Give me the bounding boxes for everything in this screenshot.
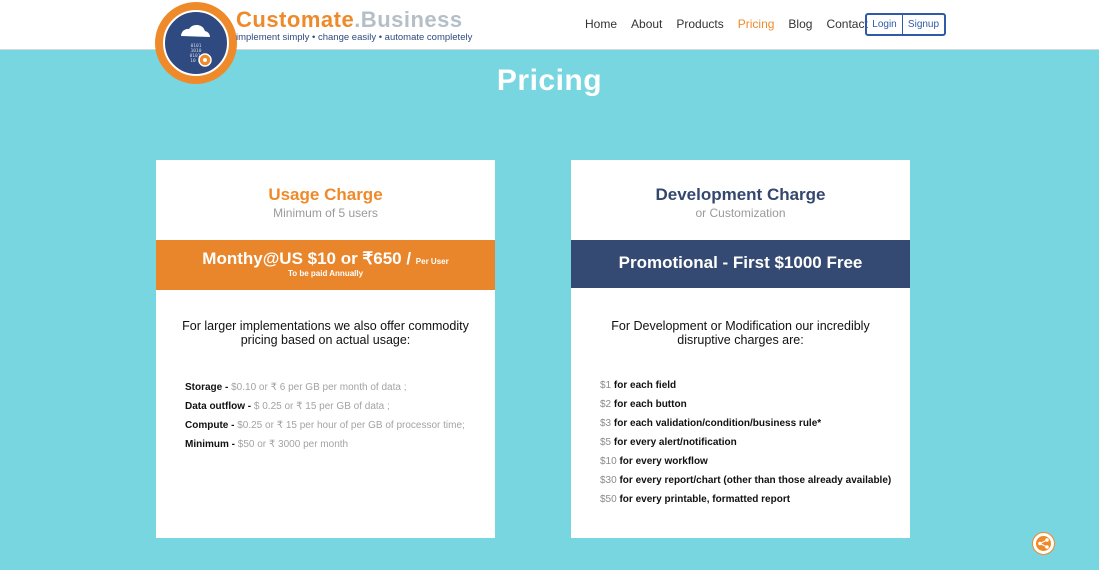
list-item: $1 for each field: [600, 380, 677, 391]
usage-card-subtitle: Minimum of 5 users: [273, 206, 378, 220]
dev-card-subtitle: or Customization: [695, 206, 786, 220]
usage-intro-text: For larger implementations we also offer…: [182, 319, 469, 347]
nav-pricing[interactable]: Pricing: [738, 17, 775, 31]
usage-price-note: To be paid Annually: [287, 269, 364, 278]
list-item: Minimum - $50 or ₹ 3000 per month: [185, 439, 349, 450]
usage-price-band: Monthy@US $10 or ₹650 / Per User To be p…: [156, 240, 495, 290]
main-nav: Home About Products Pricing Blog Contact: [585, 17, 882, 31]
list-item: $50 for every printable, formatted repor…: [600, 494, 791, 505]
share-icon: [1038, 538, 1049, 549]
list-item: Compute - $0.25 or ₹ 15 per hour of per …: [185, 420, 465, 431]
brand-tagline: implement simply • change easily • autom…: [236, 32, 473, 43]
nav-about[interactable]: About: [631, 17, 662, 31]
dev-intro-text: For Development or Modification our incr…: [611, 319, 870, 347]
usage-card-title: Usage Charge: [268, 185, 383, 204]
logo-digit-line: 10: [190, 58, 196, 64]
development-charge-card: Development Charge or Customization Prom…: [571, 160, 910, 538]
list-item: $10 for every workflow: [600, 456, 708, 467]
list-item: Data outflow - $ 0.25 or ₹ 15 per GB of …: [185, 401, 390, 412]
nav-products[interactable]: Products: [676, 17, 723, 31]
login-button[interactable]: Login: [867, 15, 903, 34]
list-item: $30 for every report/chart (other than t…: [600, 475, 892, 486]
list-item: $3 for each validation/condition/busines…: [600, 418, 822, 429]
cloud-gear-logo-icon: 0101 1010 0101 10: [180, 24, 212, 67]
nav-blog[interactable]: Blog: [788, 17, 812, 31]
dev-pricing-list: $1 for each field $2 for each button $3 …: [600, 376, 891, 509]
list-item: $2 for each button: [600, 399, 687, 410]
dev-promo-text: Promotional - First $1000 Free: [618, 253, 863, 272]
signup-button[interactable]: Signup: [903, 15, 944, 34]
usage-pricing-list: Storage - $0.10 or ₹ 6 per GB per month …: [185, 378, 465, 454]
dev-card-title: Development Charge: [655, 185, 826, 204]
brand-text[interactable]: Customate.Business implement simply • ch…: [236, 7, 473, 44]
dev-promo-band: Promotional - First $1000 Free: [571, 240, 910, 288]
list-item: Storage - $0.10 or ₹ 6 per GB per month …: [185, 382, 407, 393]
share-button[interactable]: [1032, 532, 1055, 555]
brand-logo[interactable]: 0101 1010 0101 10: [155, 2, 237, 84]
auth-buttons: Login Signup: [865, 13, 946, 36]
usage-price: Monthy@US $10 or ₹650 / Per User: [202, 249, 449, 268]
nav-home[interactable]: Home: [585, 17, 617, 31]
nav-contact[interactable]: Contact: [826, 17, 867, 31]
brand-name: Customate.Business: [236, 7, 463, 32]
usage-charge-card: Usage Charge Minimum of 5 users Monthy@U…: [156, 160, 495, 538]
list-item: $5 for every alert/notification: [600, 437, 737, 448]
